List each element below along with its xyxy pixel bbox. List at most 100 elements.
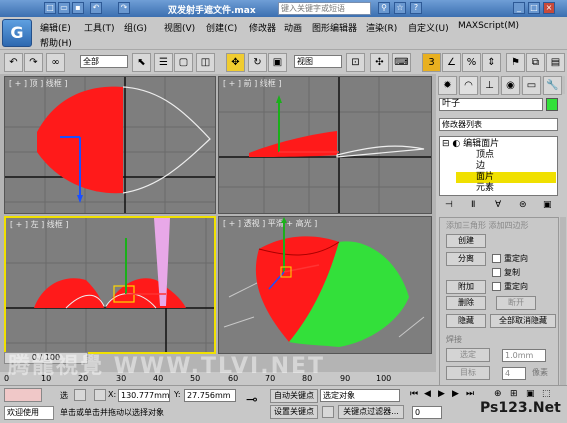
copy-checkbox[interactable] [492, 268, 501, 277]
menu-animation[interactable]: 动画 [284, 21, 302, 34]
menu-create[interactable]: 创建(C) [206, 21, 237, 34]
menu-views[interactable]: 视图(V) [164, 21, 195, 34]
menu-graph-editors[interactable]: 图形编辑器 [312, 21, 357, 34]
selection-filter-dropdown[interactable]: 全部 [80, 55, 128, 68]
lock-selection-icon[interactable] [74, 389, 86, 401]
motion-tab-icon[interactable]: ◉ [501, 76, 520, 95]
break-button[interactable]: 断开 [496, 296, 536, 310]
make-unique-icon[interactable]: ∀ [495, 200, 501, 210]
object-color-swatch[interactable] [546, 98, 558, 111]
create-tab-icon[interactable]: ✹ [438, 76, 457, 95]
remove-modifier-icon[interactable]: ⊜ [519, 200, 527, 210]
window-crossing-icon[interactable]: ◫ [196, 53, 215, 72]
percent-snap-icon[interactable]: % [462, 53, 481, 72]
undo-icon[interactable]: ↶ [90, 2, 102, 14]
zoom-extents-icon[interactable]: ▣ [526, 389, 535, 399]
attach-button[interactable]: 附加 [446, 280, 486, 294]
help-icon[interactable]: ? [410, 2, 422, 14]
pivot-icon[interactable]: ⊡ [346, 53, 365, 72]
menu-maxscript[interactable]: MAXScript(M) [458, 21, 519, 31]
named-selection-icon[interactable]: ⚑ [506, 53, 525, 72]
key-icon[interactable]: ⊸ [246, 392, 264, 416]
viewport-front[interactable]: [ + ] 前 ] 线框 ] [218, 76, 432, 214]
detach-button[interactable]: 分离 [446, 252, 486, 266]
play-icon[interactable]: ▶ [438, 389, 445, 399]
redo-icon[interactable]: ↷ [24, 53, 43, 72]
weld-selected-button[interactable]: 选定 [446, 348, 490, 362]
viewport-perspective[interactable]: [ + ] 透视 ] 平滑 + 高光 ] [218, 216, 432, 354]
maxscript-listener[interactable] [4, 388, 42, 402]
stack-item-edit-patch[interactable]: ⊟ ◐ 编辑面片 [442, 139, 499, 149]
stack-item-element[interactable]: 元素 [476, 183, 494, 193]
key-filters-button[interactable]: 关键点过滤器... [338, 405, 404, 419]
open-icon[interactable]: ▭ [58, 2, 70, 14]
mirror-icon[interactable]: ⧉ [526, 53, 545, 72]
configure-sets-icon[interactable]: ▣ [543, 200, 552, 210]
pin-stack-icon[interactable]: ⊣ [445, 200, 453, 210]
selected-object-dropdown[interactable]: 选定对象 [320, 389, 400, 402]
new-icon[interactable]: □ [44, 2, 56, 14]
align-icon[interactable]: ▤ [546, 53, 565, 72]
save-icon[interactable]: ▪ [72, 2, 84, 14]
zoom-all-icon[interactable]: ⊞ [510, 389, 518, 399]
star-icon[interactable]: ☆ [394, 2, 406, 14]
modifier-list-dropdown[interactable]: 修改器列表 [439, 118, 558, 131]
search-input[interactable]: 键入关键字或短语 [278, 2, 371, 15]
scale-icon[interactable]: ▣ [268, 53, 287, 72]
maximize-viewport-icon[interactable]: ⬚ [542, 389, 551, 399]
close-button[interactable]: × [543, 2, 555, 14]
move-icon[interactable]: ✥ [226, 53, 245, 72]
create-button[interactable]: 创建 [446, 234, 486, 248]
minimize-button[interactable]: _ [513, 2, 525, 14]
y-coordinate-field[interactable]: 27.756mm [184, 389, 236, 402]
menu-customize[interactable]: 自定义(U) [408, 21, 449, 34]
weld-threshold-input[interactable]: 1.0mm [502, 349, 546, 362]
viewport-top[interactable]: [ + ] 顶 ] 线框 ] [4, 76, 216, 214]
display-tab-icon[interactable]: ▭ [522, 76, 541, 95]
rotate-icon[interactable]: ↻ [248, 53, 267, 72]
menu-modifiers[interactable]: 修改器 [249, 21, 276, 34]
menu-group[interactable]: 组(G) [124, 21, 147, 34]
rect-selection-icon[interactable]: ▢ [174, 53, 193, 72]
undo-icon[interactable]: ↶ [4, 53, 23, 72]
select-object-icon[interactable]: ⬉ [132, 53, 151, 72]
spinner-snap-icon[interactable]: ⇕ [482, 53, 501, 72]
previous-frame-icon[interactable]: ◀ [424, 389, 431, 399]
menu-rendering[interactable]: 渲染(R) [366, 21, 397, 34]
menu-edit[interactable]: 编辑(E) [40, 21, 71, 34]
utilities-tab-icon[interactable]: 🔧 [543, 76, 562, 95]
stack-item-edge[interactable]: 边 [476, 161, 485, 171]
angle-snap-icon[interactable]: ∠ [442, 53, 461, 72]
current-frame-field[interactable]: 0 [412, 406, 442, 419]
panel-scrollbar[interactable] [560, 217, 566, 387]
app-logo[interactable]: G [2, 19, 32, 47]
redo-icon[interactable]: ↷ [118, 2, 130, 14]
binoculars-icon[interactable]: ⚲ [378, 2, 390, 14]
target-button[interactable]: 目标 [446, 366, 490, 380]
key-mode-icon[interactable] [322, 406, 334, 418]
select-manipulate-icon[interactable]: ✣ [370, 53, 389, 72]
object-name-field[interactable]: 叶子 [439, 98, 543, 111]
link-icon[interactable]: ∞ [46, 53, 65, 72]
reorient-checkbox[interactable] [492, 254, 501, 263]
x-coordinate-field[interactable]: 130.777mm [118, 389, 170, 402]
viewport-left[interactable]: [ + ] 左 ] 线框 ] [4, 216, 216, 354]
menu-help[interactable]: 帮助(H) [40, 36, 72, 49]
unhide-all-button[interactable]: 全部取消隐藏 [490, 314, 556, 328]
target-pixels-input[interactable]: 4 [502, 367, 526, 380]
go-to-end-icon[interactable]: ⏭ [466, 389, 474, 399]
reference-coord-dropdown[interactable]: 视图 [294, 55, 342, 68]
delete-button[interactable]: 删除 [446, 296, 486, 310]
zoom-icon[interactable]: ⊕ [494, 389, 502, 399]
snap-toggle-icon[interactable]: 3 [422, 53, 441, 72]
go-to-start-icon[interactable]: ⏮ [410, 389, 418, 399]
stack-item-patch[interactable]: 面片 [456, 172, 556, 183]
maximize-button[interactable]: □ [528, 2, 540, 14]
show-end-result-icon[interactable]: Ⅱ [471, 200, 475, 210]
menu-tools[interactable]: 工具(T) [84, 21, 115, 34]
select-by-name-icon[interactable]: ☰ [154, 53, 173, 72]
reorient2-checkbox[interactable] [492, 282, 501, 291]
stack-item-vertex[interactable]: 顶点 [476, 150, 494, 160]
next-frame-icon[interactable]: ▶ [452, 389, 459, 399]
absolute-mode-icon[interactable] [94, 389, 106, 401]
